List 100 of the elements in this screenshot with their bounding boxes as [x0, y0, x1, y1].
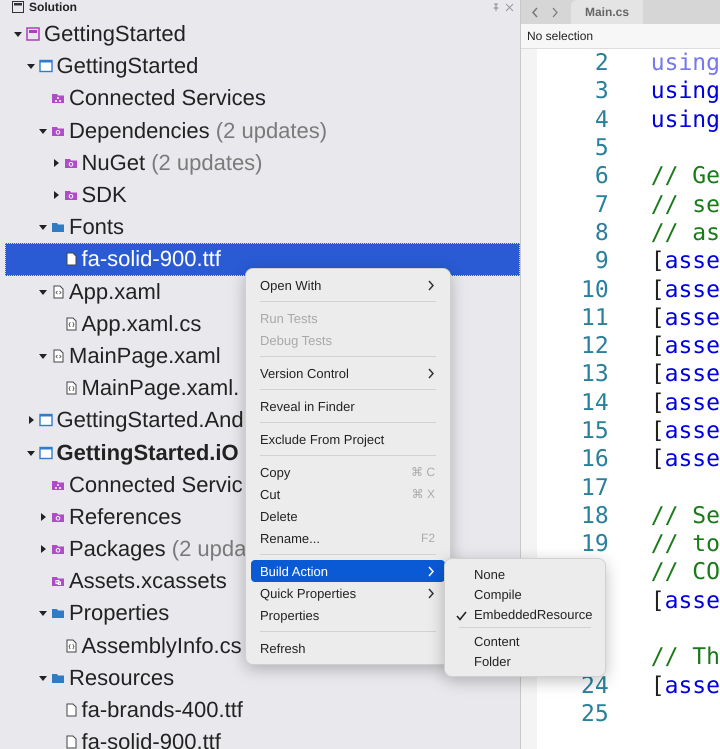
line-number: 11 [580, 304, 609, 331]
code-text: using [650, 78, 720, 104]
tree-row[interactable]: Resources [5, 662, 180, 694]
expanded-arrow-icon[interactable] [39, 352, 47, 360]
code-file-icon [64, 316, 78, 331]
line-number: 25 [580, 700, 609, 727]
tree-row[interactable]: Dependencies (2 updates) [5, 114, 332, 147]
code-text: [asse [650, 390, 720, 416]
tree-row[interactable]: fa-solid-900.ttf [5, 726, 226, 749]
tree-row[interactable]: GettingStarted.iO [5, 436, 244, 469]
shortcut-hint: ⌘ X [412, 487, 435, 501]
tree-row[interactable]: Assets.xcassets [5, 565, 232, 598]
shortcut-hint: ⌘ C [411, 465, 435, 479]
tree-row[interactable]: Fonts [5, 211, 130, 244]
line-number: 7 [594, 192, 609, 218]
tree-row[interactable]: MainPage.xaml [5, 340, 226, 372]
back-icon[interactable] [531, 6, 539, 18]
code-text: // Se [650, 502, 720, 529]
tree-item-label: MainPage.xaml. [82, 375, 240, 402]
expanded-arrow-icon[interactable] [26, 62, 34, 70]
code-text: [asse [650, 588, 720, 614]
package-folder-icon [64, 188, 78, 202]
collapsed-arrow-icon[interactable] [52, 158, 60, 167]
menu-item[interactable]: Compile [450, 584, 600, 604]
tree-row[interactable]: Connected Servic [5, 468, 248, 501]
menu-item[interactable]: Reveal in Finder [251, 395, 445, 417]
code-file-icon [51, 348, 65, 363]
menu-item[interactable]: Content [450, 631, 600, 651]
tree-item-label: MainPage.xaml [69, 342, 221, 369]
expanded-arrow-icon[interactable] [39, 288, 47, 296]
tree-item-label: GettingStarted [44, 21, 186, 48]
tree-row[interactable]: App.xaml.cs [5, 308, 206, 340]
menu-item[interactable]: Cut ⌘ X [251, 483, 445, 505]
tree-item-label: References [69, 504, 182, 530]
tree-row[interactable]: SDK [5, 178, 132, 212]
tree-item-label: GettingStarted.iO [56, 440, 239, 466]
menu-item[interactable]: Delete [251, 505, 445, 527]
collapsed-arrow-icon[interactable] [26, 416, 34, 424]
tree-row[interactable]: Properties [5, 597, 174, 630]
shortcut-hint: F2 [420, 531, 435, 545]
tree-row[interactable]: References [5, 500, 187, 533]
code-file-icon [64, 381, 78, 396]
tree-item-label: NuGet (2 updates) [82, 150, 263, 176]
tree-row[interactable]: fa-brands-400.ttf [5, 694, 248, 726]
line-number: 2 [594, 50, 609, 76]
menu-item[interactable]: Copy ⌘ C [251, 461, 445, 483]
breadcrumb-bar: No selection [521, 24, 720, 49]
collapsed-arrow-icon[interactable] [39, 545, 47, 554]
code-text: [asse [650, 418, 720, 444]
line-number: 10 [580, 276, 609, 303]
tree-item-label: fa-solid-900.ttf [82, 729, 221, 749]
panel-icon [12, 1, 24, 13]
forward-icon[interactable] [551, 6, 559, 18]
folder-icon [51, 606, 65, 620]
expanded-arrow-icon[interactable] [14, 30, 22, 38]
tree-item-label: Properties [69, 600, 170, 626]
editor-tab[interactable]: Main.cs [571, 0, 644, 24]
tree-row[interactable]: AssemblyInfo.cs [5, 630, 247, 662]
menu-item[interactable]: Rename... F2 [251, 527, 445, 549]
expanded-arrow-icon[interactable] [39, 223, 47, 232]
line-number: 16 [580, 446, 609, 472]
tree-row[interactable]: Connected Services [5, 82, 271, 115]
tree-item-label: Connected Servic [69, 472, 243, 498]
expanded-arrow-icon[interactable] [39, 126, 47, 135]
line-number: 6 [594, 163, 609, 190]
tree-row[interactable]: GettingStarted [5, 18, 191, 50]
tree-item-label: Fonts [69, 214, 124, 240]
expanded-arrow-icon[interactable] [39, 609, 47, 618]
menu-item[interactable]: Refresh [251, 637, 445, 659]
menu-item[interactable]: Quick Properties [251, 582, 445, 604]
menu-item[interactable]: None [450, 564, 600, 584]
line-number: 3 [594, 78, 609, 104]
expanded-arrow-icon[interactable] [26, 448, 34, 457]
selected-tree-row[interactable]: fa-solid-900.ttf [5, 243, 520, 276]
line-number: 9 [594, 248, 609, 274]
collapsed-arrow-icon[interactable] [52, 191, 60, 200]
menu-item[interactable]: Version Control [251, 362, 445, 384]
window-icon [38, 59, 52, 74]
tree-row[interactable]: MainPage.xaml. [5, 372, 244, 404]
line-number: 17 [580, 474, 609, 501]
menu-item[interactable]: Build Action [251, 560, 445, 582]
menu-item[interactable]: Properties [251, 604, 445, 626]
tree-row[interactable]: GettingStarted.And [5, 404, 249, 436]
expanded-arrow-icon[interactable] [39, 674, 47, 682]
tree-row[interactable]: Packages (2 upda [5, 533, 252, 566]
line-number: 14 [580, 390, 609, 416]
menu-item[interactable]: Open With [251, 274, 445, 296]
line-number: 4 [594, 106, 609, 133]
tree-row[interactable]: GettingStarted [5, 50, 204, 82]
menu-item[interactable]: Exclude From Project [251, 428, 445, 450]
menu-item[interactable]: EmbeddedResource [450, 604, 600, 624]
code-file-icon [64, 638, 78, 653]
collapsed-arrow-icon[interactable] [39, 512, 47, 521]
tree-row[interactable]: App.xaml [5, 276, 166, 308]
tree-item-label: SDK [82, 182, 127, 208]
tree-row[interactable]: NuGet (2 updates) [5, 146, 268, 179]
services-folder-icon [51, 91, 65, 106]
tree-item-label: fa-brands-400.ttf [82, 697, 243, 724]
pin-icon[interactable] [492, 3, 500, 11]
menu-item[interactable]: Folder [450, 651, 600, 671]
